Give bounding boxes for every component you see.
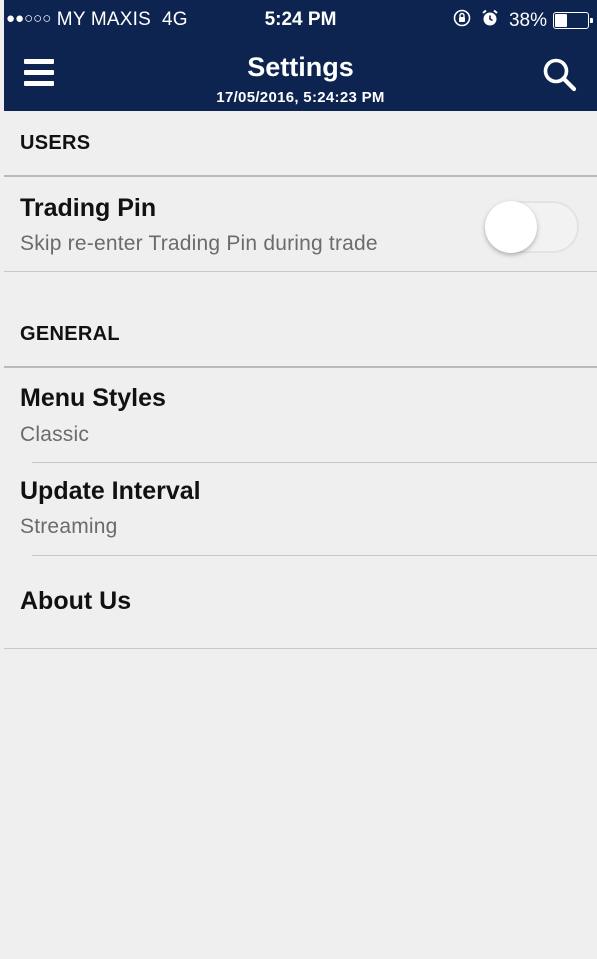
update-interval-value: Streaming <box>20 515 118 538</box>
battery-icon <box>553 12 593 29</box>
settings-screen: ●●○○○ MY MAXIS 4G 5:24 PM 38% Settings 1… <box>0 0 597 959</box>
alarm-icon <box>481 9 499 32</box>
trading-pin-title: Trading Pin <box>20 194 157 222</box>
about-us-row[interactable]: About Us <box>4 556 597 648</box>
section-header-users: USERS <box>4 111 597 177</box>
divider <box>4 271 597 272</box>
app-header: ●●○○○ MY MAXIS 4G 5:24 PM 38% Settings 1… <box>4 0 597 111</box>
section-header-general: GENERAL <box>4 302 597 368</box>
trading-pin-description: Skip re-enter Trading Pin during trade <box>20 232 378 255</box>
battery-tip <box>590 18 593 23</box>
nav-bar: Settings 17/05/2016, 5:24:23 PM <box>4 40 597 111</box>
divider <box>4 648 597 649</box>
battery-percent: 38% <box>508 9 547 31</box>
battery-level <box>555 14 567 27</box>
about-us-title: About Us <box>20 587 132 615</box>
menu-styles-value: Classic <box>20 423 90 446</box>
page-title: Settings <box>247 52 354 82</box>
status-bar: ●●○○○ MY MAXIS 4G 5:24 PM 38% <box>4 0 597 40</box>
section-title-users: USERS <box>20 132 91 154</box>
rotation-lock-icon <box>453 9 471 32</box>
status-right: 38% <box>453 9 593 32</box>
toggle-knob <box>485 201 537 253</box>
update-interval-title: Update Interval <box>20 477 201 505</box>
trading-pin-toggle[interactable] <box>485 201 579 253</box>
search-icon[interactable] <box>541 56 579 94</box>
menu-styles-row[interactable]: Menu Styles Classic <box>4 370 597 462</box>
menu-styles-title: Menu Styles <box>20 384 166 412</box>
section-title-general: GENERAL <box>20 323 120 345</box>
trading-pin-row[interactable]: Trading Pin Skip re-enter Trading Pin du… <box>4 179 597 271</box>
update-interval-row[interactable]: Update Interval Streaming <box>4 463 597 555</box>
page-timestamp: 17/05/2016, 5:24:23 PM <box>216 89 385 106</box>
